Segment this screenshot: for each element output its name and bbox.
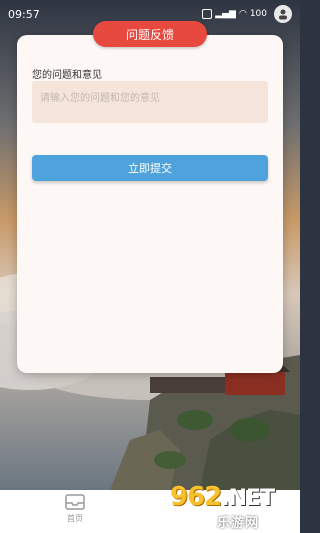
battery-level: 100 [249, 9, 267, 19]
status-indicators: ▂▄▆ ◠ 100 [202, 5, 292, 23]
nav-home-label: 首页 [67, 514, 83, 523]
user-icon [279, 9, 287, 20]
notification-icon [202, 9, 213, 19]
watermark-brand-net: .NET [221, 486, 275, 511]
watermark-site-name: 乐游网 [217, 516, 260, 531]
feedback-field-label: 您的问题和意见 [32, 70, 102, 81]
watermark-logo: 962.NET 乐游网 [160, 478, 300, 533]
status-time: 09:57 [8, 7, 40, 21]
submit-button[interactable]: 立即提交 [32, 155, 268, 181]
feedback-input[interactable] [32, 81, 268, 123]
home-icon [65, 494, 85, 510]
watermark-brand-number: 962 [170, 482, 222, 512]
feedback-title-badge: 问题反馈 [93, 21, 207, 47]
feedback-card: 您的问题和意见 立即提交 [17, 35, 283, 373]
page-title: 问题反馈 [125, 27, 174, 42]
watermark-brand: 962.NET [170, 482, 275, 512]
wifi-icon: ◠ [238, 9, 247, 19]
avatar[interactable] [274, 5, 292, 23]
nav-item-home[interactable]: 首页 [55, 494, 95, 530]
signal-icon: ▂▄▆ [215, 9, 236, 19]
